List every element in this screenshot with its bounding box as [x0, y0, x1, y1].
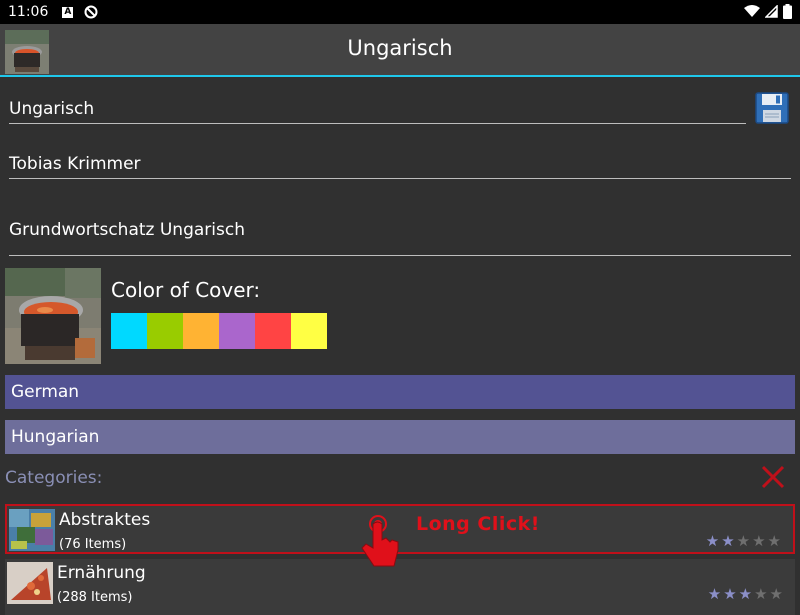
category-name: Ernährung	[57, 563, 146, 583]
app-title: Ungarisch	[347, 36, 453, 60]
color-swatch-yellow[interactable]	[291, 313, 327, 349]
close-icon[interactable]	[760, 464, 786, 490]
save-icon[interactable]	[755, 92, 789, 124]
star-icon: ★	[723, 585, 737, 603]
color-swatch-orange[interactable]	[183, 313, 219, 349]
star-icon: ★	[769, 585, 783, 603]
category-name: Abstraktes	[59, 510, 151, 530]
color-swatch-purple[interactable]	[219, 313, 255, 349]
author-field-underline	[9, 178, 791, 179]
wifi-icon	[744, 5, 760, 17]
cover-color-label: Color of Cover:	[111, 278, 261, 302]
star-icon: ★	[767, 532, 781, 550]
notification-a-icon: A	[62, 6, 74, 18]
category-rating: ★ ★ ★ ★ ★	[708, 587, 783, 602]
target-language-selector[interactable]: Hungarian	[5, 420, 795, 454]
color-swatch-cyan[interactable]	[111, 313, 147, 349]
battery-icon	[783, 4, 792, 19]
star-icon: ★	[705, 532, 720, 550]
star-icon: ★	[738, 585, 753, 603]
do-not-disturb-icon	[84, 5, 98, 19]
star-icon: ★	[721, 532, 735, 550]
star-icon: ★	[752, 532, 766, 550]
source-language-selector[interactable]: German	[5, 375, 795, 409]
category-rating: ★ ★ ★ ★ ★	[706, 534, 781, 549]
category-item-count: (288 Items)	[57, 590, 133, 605]
status-right-icons	[744, 4, 792, 19]
category-item-count: (76 Items)	[59, 537, 127, 552]
status-time: 11:06	[8, 4, 49, 20]
star-icon: ★	[707, 585, 722, 603]
cover-color-swatches	[111, 313, 327, 349]
title-field[interactable]: Ungarisch	[9, 99, 94, 119]
app-bar: Ungarisch	[0, 24, 800, 77]
signal-icon	[765, 5, 778, 18]
category-thumbnail	[7, 562, 53, 604]
long-click-hint: Long Click!	[416, 513, 540, 535]
description-field-underline	[9, 255, 791, 256]
author-field[interactable]: Tobias Krimmer	[9, 154, 141, 174]
category-thumbnail	[9, 509, 55, 551]
status-bar: 11:06 A	[0, 0, 800, 24]
categories-label: Categories:	[5, 468, 103, 488]
hand-pointer-icon	[361, 515, 399, 567]
description-field[interactable]: Grundwortschatz Ungarisch	[9, 220, 245, 240]
star-icon: ★	[736, 532, 751, 550]
star-icon: ★	[754, 585, 768, 603]
color-swatch-green[interactable]	[147, 313, 183, 349]
cover-image[interactable]	[5, 268, 101, 364]
title-field-underline	[9, 123, 746, 124]
color-swatch-red[interactable]	[255, 313, 291, 349]
